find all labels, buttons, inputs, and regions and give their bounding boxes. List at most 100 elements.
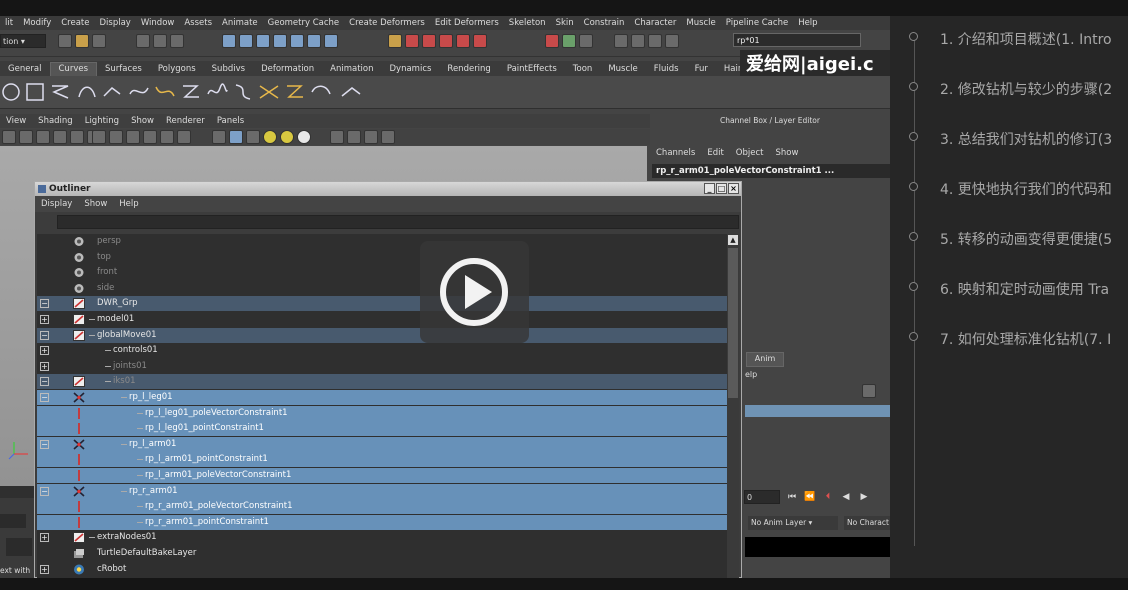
shelf-tab-11[interactable]: Muscle xyxy=(600,63,645,76)
menu-item-9[interactable]: Edit Deformers xyxy=(430,18,504,28)
layer-menu-help[interactable]: elp xyxy=(745,370,757,379)
outliner-row[interactable]: − rp_r_arm01 xyxy=(37,483,727,499)
magnet-icon[interactable] xyxy=(405,34,419,48)
tab-anim[interactable]: Anim xyxy=(746,352,784,367)
shelf-tab-12[interactable]: Fluids xyxy=(646,63,687,76)
new-scene-icon[interactable] xyxy=(58,34,72,48)
menu-item-12[interactable]: Constrain xyxy=(579,18,630,28)
chapter-item[interactable]: 4. 更快地执行我们的代码和 xyxy=(890,178,1128,198)
lights-icon[interactable] xyxy=(143,130,157,144)
menu-item-3[interactable]: Display xyxy=(94,18,135,28)
outliner-filter-input[interactable] xyxy=(57,215,739,229)
snap-point-icon[interactable] xyxy=(256,34,270,48)
expand-toggle-icon[interactable]: − xyxy=(40,393,49,402)
video-frame[interactable]: lit Modify Create Display Window Assets Animat… xyxy=(0,16,890,578)
panel-menu-item-1[interactable]: Shading xyxy=(32,116,79,126)
current-time-field[interactable]: 0 xyxy=(744,490,780,504)
menu-item-16[interactable]: Help xyxy=(793,18,822,28)
outliner-row[interactable]: rp_l_arm01_poleVectorConstraint1 xyxy=(37,468,727,483)
shelf-tab-9[interactable]: PaintEffects xyxy=(499,63,565,76)
panel-icon[interactable] xyxy=(614,34,628,48)
chapter-item[interactable]: 2. 修改钻机与较少的步骤(2 xyxy=(890,78,1128,98)
panel-icon[interactable] xyxy=(631,34,645,48)
menu-item-7[interactable]: Geometry Cache xyxy=(263,18,345,28)
channel-box-object-name[interactable]: rp_r_arm01_poleVectorConstraint1 ... xyxy=(652,164,890,178)
layer-row-selected[interactable] xyxy=(745,405,890,417)
xray-icon[interactable] xyxy=(160,130,174,144)
search-input[interactable]: rp*01 xyxy=(733,33,861,47)
magnet-icon[interactable] xyxy=(439,34,453,48)
light-icon[interactable] xyxy=(263,130,277,144)
smooth-curve-icon[interactable] xyxy=(284,82,306,102)
minimize-icon[interactable]: _ xyxy=(704,183,715,194)
shelf-tab-13[interactable]: Fur xyxy=(687,63,716,76)
menu-item-5[interactable]: Assets xyxy=(179,18,217,28)
magnet-icon[interactable] xyxy=(422,34,436,48)
ipr-render-icon[interactable] xyxy=(562,34,576,48)
expand-toggle-icon[interactable]: + xyxy=(40,533,49,543)
select-object-icon[interactable] xyxy=(153,34,167,48)
chapter-item[interactable]: 6. 映射和定时动画使用 Tra xyxy=(890,278,1128,298)
anim-layer-dropdown[interactable]: No Anim Layer ▾ xyxy=(748,516,838,530)
outliner-row[interactable]: top xyxy=(37,250,727,265)
snap-curve-icon[interactable] xyxy=(239,34,253,48)
menu-item-4[interactable]: Window xyxy=(136,18,180,28)
cube-icon[interactable] xyxy=(246,130,260,144)
outliner-row[interactable]: + controls01 xyxy=(37,343,727,358)
fillet-curve-icon[interactable] xyxy=(310,82,332,102)
play-button[interactable] xyxy=(420,241,529,343)
outliner-row[interactable]: + cRobot xyxy=(37,562,727,577)
outliner-row[interactable]: − DWR_Grp xyxy=(37,296,727,312)
shelf-tab-1[interactable]: Curves xyxy=(49,62,98,76)
expand-toggle-icon[interactable]: − xyxy=(40,486,49,496)
make-live-icon[interactable] xyxy=(290,34,304,48)
outliner-row[interactable]: front xyxy=(37,265,727,280)
wireframe-icon[interactable] xyxy=(92,130,106,144)
step-back-key-icon[interactable]: ⏪ xyxy=(804,491,816,503)
outliner-row[interactable]: + extraNodes01 xyxy=(37,530,727,545)
play-backward-icon[interactable]: ◀ xyxy=(840,491,852,503)
panel-icon[interactable] xyxy=(665,34,679,48)
outliner-row[interactable]: − globalMove01 xyxy=(37,327,727,343)
expand-toggle-icon[interactable]: − xyxy=(40,439,49,449)
play-forward-icon[interactable]: ▶ xyxy=(858,491,870,503)
smooth-shade-icon[interactable] xyxy=(109,130,123,144)
panel-icon[interactable] xyxy=(648,34,662,48)
menu-item-2[interactable]: Create xyxy=(56,18,94,28)
shelf-tab-6[interactable]: Animation xyxy=(322,63,381,76)
pencil-curve-icon[interactable] xyxy=(102,82,124,102)
cube-icon[interactable] xyxy=(364,130,378,144)
go-to-start-icon[interactable]: ⏮ xyxy=(786,491,798,503)
expand-toggle-icon[interactable]: + xyxy=(40,346,49,356)
time-ruler[interactable] xyxy=(0,486,34,498)
menu-item-1[interactable]: Modify xyxy=(18,18,56,28)
render-icon[interactable] xyxy=(545,34,559,48)
render-settings-icon[interactable] xyxy=(579,34,593,48)
character-set-dropdown[interactable]: No Charact xyxy=(844,516,890,530)
menu-item-11[interactable]: Skin xyxy=(551,18,579,28)
light-icon[interactable] xyxy=(297,130,311,144)
outliner-menu-item-2[interactable]: Help xyxy=(113,196,144,212)
detach-curve-icon[interactable] xyxy=(206,82,228,102)
square-icon[interactable] xyxy=(24,82,46,102)
arc-icon[interactable] xyxy=(128,82,150,102)
range-start-field[interactable] xyxy=(6,538,32,556)
outliner-scrollbar[interactable]: ▲ xyxy=(727,234,739,578)
lock-icon[interactable] xyxy=(388,34,402,48)
new-layer-icon[interactable] xyxy=(862,384,876,398)
outliner-row[interactable]: − iks01 xyxy=(37,374,727,390)
film-gate-icon[interactable] xyxy=(70,130,84,144)
camera-icon[interactable] xyxy=(19,130,33,144)
attach-curve-icon[interactable] xyxy=(180,82,202,102)
menu-item-14[interactable]: Muscle xyxy=(681,18,720,28)
panel-menu-item-2[interactable]: Lighting xyxy=(79,116,125,126)
shelf-tab-2[interactable]: Surfaces xyxy=(97,63,150,76)
shelf-tab-7[interactable]: Dynamics xyxy=(382,63,440,76)
outliner-menu-item-0[interactable]: Display xyxy=(35,196,78,212)
panel-menu-item-5[interactable]: Panels xyxy=(211,116,250,126)
step-back-frame-icon[interactable]: ⏴ xyxy=(822,491,834,503)
isolate-icon[interactable] xyxy=(177,130,191,144)
outliner-row[interactable]: rp_l_leg01_pointConstraint1 xyxy=(37,421,727,437)
chapter-item[interactable]: 5. 转移的动画变得更便捷(5 xyxy=(890,228,1128,248)
hud-icon[interactable] xyxy=(330,130,344,144)
